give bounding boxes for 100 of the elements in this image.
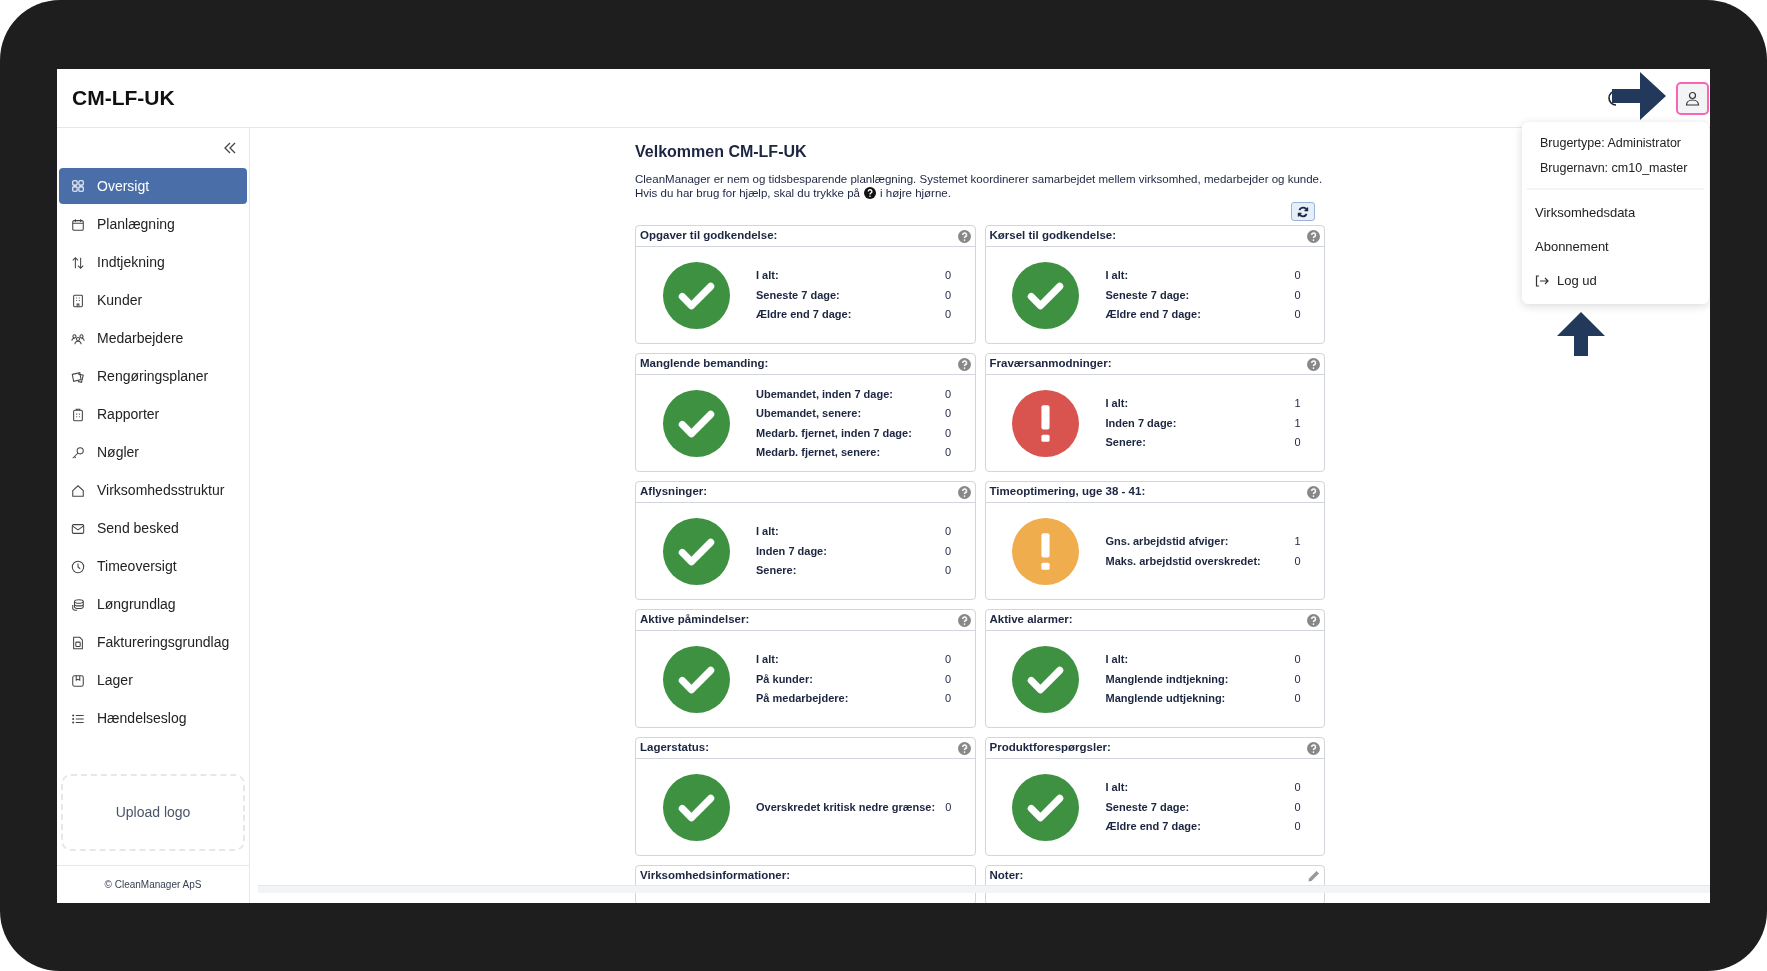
sidebar-item[interactable]: Nøgler [59,435,247,470]
stat-value: 0 [1293,799,1301,815]
card-title: Opgaver til godkendelse: [640,228,778,244]
stat-value: 0 [1293,268,1301,284]
collapse-icon[interactable] [223,142,237,154]
stat-label: I alt: [1105,268,1130,284]
sidebar-item[interactable]: Kunder [59,283,247,318]
stat-label: Inden 7 dage: [1105,415,1178,431]
stat-label: Overskredet kritisk nedre grænse: [756,799,937,815]
help-icon[interactable] [957,741,971,755]
menu-item[interactable]: Virksomhedsdata [1522,195,1709,230]
stat-value: 0 [943,691,951,707]
logout-icon [1535,274,1549,287]
sidebar-item[interactable]: Oversigt [59,168,247,204]
stat-value: 0 [943,671,951,687]
help-hint-text: i højre hjørne. [880,186,951,200]
arrow-icon [1557,312,1605,356]
card-title: Virksomhedsinformationer: [640,868,790,884]
stat-label: Manglende udtjekning: [1105,691,1227,707]
stat-label: Seneste 7 dage: [1105,799,1191,815]
stat-value: 1 [1293,415,1301,431]
user-info-text: Brugertype: Administrator [1540,135,1683,152]
clipboard-icon [71,407,85,422]
stat-value: 0 [1293,691,1301,707]
card-title: Manglende bemanding: [640,356,769,372]
stat-label: Inden 7 dage: [756,543,828,559]
cards-icon [71,369,85,384]
stat-label: I alt: [756,652,780,668]
stat-label: Ældre end 7 dage: [756,307,853,323]
stat-label: Senere: [1105,435,1147,451]
stat-value: 0 [1293,819,1301,835]
stat-value: 0 [1293,671,1301,687]
arrow-icon [1612,72,1666,120]
upload-logo-area[interactable]: Upload logo [61,774,245,851]
house-icon [71,483,85,498]
clock-icon [71,559,85,574]
stat-label: Ubemandet, inden 7 dage: [756,386,894,402]
sidebar-item[interactable]: Rengøringsplaner [59,359,247,394]
stat-value: 1 [1293,534,1301,549]
stat-label: Medarb. fjernet, inden 7 dage: [756,425,913,441]
card-title: Produktforespørgsler: [989,740,1111,756]
card-title: Lagerstatus: [640,740,710,756]
stat-value: 0 [943,386,951,402]
box-icon [71,673,85,688]
document-icon [71,635,85,650]
stat-label: I alt: [1105,780,1130,796]
stat-label: Manglende indtjekning: [1105,671,1230,687]
stat-value: 0 [1293,287,1301,303]
help-icon[interactable] [1307,485,1320,499]
sidebar-item[interactable]: Faktureringsgrundlag [59,625,247,660]
card-title: Noter: [989,868,1024,884]
menu-item[interactable]: Abonnement [1522,229,1709,264]
stat-label: I alt: [1105,652,1130,668]
pencil-icon[interactable] [1307,869,1320,883]
help-icon[interactable] [957,613,971,627]
card-title: Aktive påmindelser: [640,612,750,628]
stat-value: 0 [945,799,952,815]
key-icon [71,445,85,460]
help-icon[interactable] [1307,741,1320,755]
sidebar-item[interactable]: Rapporter [59,397,247,432]
sidebar-item[interactable]: Timeoversigt [59,549,247,584]
stat-value: 0 [943,563,951,579]
sidebar-item[interactable]: Indtjekning [59,245,247,280]
stat-value: 1 [1293,396,1301,412]
stat-value: 0 [943,307,951,323]
help-icon[interactable] [957,485,971,499]
stat-label: Ældre end 7 dage: [1105,819,1202,835]
help-icon[interactable] [1307,613,1320,627]
help-hint-text: Hvis du har brug for hjælp, skal du trykke på [635,186,860,200]
stat-value: 0 [943,406,951,421]
help-icon[interactable] [957,357,971,371]
user-menu-button[interactable] [1676,82,1709,115]
sidebar-item[interactable]: Hændelseslog [59,701,247,736]
stat-value: 0 [943,445,951,460]
sidebar-item[interactable]: Send besked [59,511,247,546]
stat-value: 0 [943,524,951,540]
card-title: Kørsel til godkendelse: [989,228,1117,244]
help-icon[interactable] [1307,229,1320,243]
sidebar-item[interactable]: Planlægning [59,207,247,242]
help-icon[interactable] [1307,357,1320,371]
envelope-icon [71,521,85,536]
sidebar-item[interactable]: Lager [59,663,247,698]
page-heading: Velkommen CM-LF-UK [635,142,808,162]
sidebar-item[interactable]: Løngrundlag [59,587,247,622]
stat-value: 0 [1293,652,1301,668]
refresh-button[interactable] [1291,202,1315,221]
grid-icon [71,179,85,193]
card-title: Timeoptimering, uge 38 - 41: [989,484,1146,500]
stat-value: 0 [943,652,951,668]
help-icon[interactable] [957,229,971,243]
stat-label: Maks. arbejdstid overskredet: [1105,553,1262,569]
calendar-icon [71,217,85,232]
sidebar-item[interactable]: Virksomhedsstruktur [59,473,247,508]
copyright-text: © CleanManager ApS [104,878,202,892]
stat-label: I alt: [756,524,780,540]
up-down-arrows-icon [71,255,85,270]
app-title: CM-LF-UK [72,85,175,112]
building-icon [71,293,85,308]
sidebar-item[interactable]: Medarbejdere [59,321,247,356]
logout-menu-item[interactable]: Log ud [1522,263,1709,298]
